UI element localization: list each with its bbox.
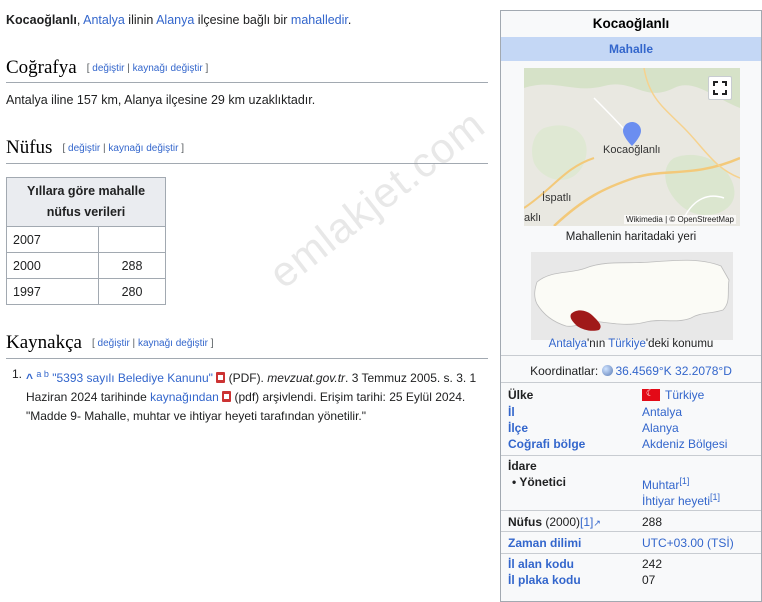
yonetici-label: • Yönetici	[512, 475, 566, 489]
wikimedia-link[interactable]: Wikimedia	[626, 215, 663, 224]
map-attribution: Wikimedia | © OpenStreetMap	[623, 215, 736, 224]
heading-cografya: Coğrafya[ değiştir | kaynağı değiştir ]	[6, 57, 209, 78]
turkiye-link[interactable]: Türkiye	[665, 388, 704, 402]
reference-title-link[interactable]: "5393 sayılı Belediye Kanunu"	[52, 371, 213, 385]
nufus-value: 288	[642, 515, 663, 529]
backlink-b[interactable]: b	[44, 369, 49, 379]
il-plaka-kodu-value: 07	[642, 573, 656, 587]
article-subject: Kocaoğlanlı	[6, 13, 77, 27]
yonetici-value-1: Muhtar[1]	[642, 476, 689, 492]
edit-link[interactable]: değiştir	[92, 63, 124, 74]
reference-item: 1. ^ a b "5393 sayılı Belediye Kanunu" (…	[12, 367, 477, 423]
cografya-text: Antalya iline 157 km, Alanya ilçesine 29…	[6, 93, 316, 107]
watermark: emlakjet.com	[260, 100, 494, 298]
heading-nufus: Nüfus[ değiştir | kaynağı değiştir ]	[6, 137, 185, 158]
population-table-header: Yıllara göre mahalle nüfus verileri	[6, 177, 166, 227]
idare-heading: İdare	[508, 459, 537, 473]
pdf-icon	[216, 372, 226, 383]
zaman-dilimi-label[interactable]: Zaman dilimi	[508, 536, 581, 550]
ihtiyar-heyeti-link[interactable]: İhtiyar heyeti	[642, 494, 710, 508]
muhtar-link[interactable]: Muhtar	[642, 478, 679, 492]
turkiye-link[interactable]: Türkiye	[608, 338, 646, 350]
il-plaka-kodu-label[interactable]: İl plaka kodu	[508, 573, 581, 587]
bolge-value[interactable]: Akdeniz Bölgesi	[642, 437, 727, 451]
edit-source-link[interactable]: kaynağı değiştir	[108, 143, 178, 154]
ulke-value: Türkiye	[642, 388, 704, 402]
il-label[interactable]: İl	[508, 405, 515, 419]
bolge-label[interactable]: Coğrafi bölge	[508, 437, 585, 451]
map-pin-icon	[623, 122, 641, 146]
mahalle-link[interactable]: mahalledir	[291, 13, 348, 27]
population-table: Yıllara göre mahalle nüfus verileri 2007…	[5, 177, 166, 305]
il-alan-kodu-label[interactable]: İl alan kodu	[508, 557, 574, 571]
il-value[interactable]: Antalya	[642, 405, 682, 419]
map-label-kocaoglanli: Kocaoğlanlı	[603, 144, 661, 156]
coordinates: Koordinatlar: 36.4569°K 32.2078°D	[530, 364, 732, 378]
edit-link[interactable]: değiştir	[98, 338, 130, 349]
globe-icon	[601, 365, 613, 376]
ulke-label: Ülke	[508, 388, 534, 402]
location-map[interactable]: Kocaoğlanlı İspatlı aklı Wikimedia | © O…	[524, 68, 740, 226]
edit-source-link[interactable]: kaynağı değiştir	[133, 63, 203, 74]
ilce-value[interactable]: Alanya	[642, 421, 679, 435]
edit-source-link[interactable]: kaynağı değiştir	[138, 338, 208, 349]
map-label-ispatli: İspatlı	[542, 192, 572, 204]
section-edit-links: [ değiştir | kaynağı değiştir ]	[91, 338, 214, 349]
divider	[501, 553, 761, 554]
divider	[6, 82, 488, 83]
archive-link[interactable]: kaynağından	[150, 390, 219, 404]
il-alan-kodu-value: 242	[642, 557, 663, 571]
zaman-dilimi-value[interactable]: UTC+03.00 (TSİ)	[642, 536, 734, 550]
fullscreen-icon[interactable]	[708, 76, 732, 100]
divider	[501, 455, 761, 456]
turkey-map-caption: Antalya'nın Türkiye'deki konumu	[548, 338, 714, 350]
backlink-a[interactable]: a	[36, 369, 41, 379]
infobox-title: Kocaoğlanlı	[592, 16, 670, 31]
intro-paragraph: Kocaoğlanlı, Antalya ilinin Alanya ilçes…	[6, 13, 352, 27]
heading-kaynakca: Kaynakça[ değiştir | kaynağı değiştir ]	[6, 332, 214, 353]
infobox-subtitle[interactable]: Mahalle	[501, 37, 761, 61]
divider	[501, 382, 761, 383]
external-link-icon: ↗	[593, 518, 601, 528]
section-edit-links: [ değiştir | kaynağı değiştir ]	[62, 143, 185, 154]
map-label-partial: aklı	[524, 212, 542, 224]
turkey-flag-icon	[642, 388, 660, 401]
divider	[6, 358, 488, 359]
backlink-caret[interactable]: ^	[26, 371, 33, 385]
divider	[501, 531, 761, 532]
section-edit-links: [ değiştir | kaynağı değiştir ]	[86, 63, 209, 74]
reference-link[interactable]: [1]	[580, 515, 593, 529]
infobox: Kocaoğlanlı Mahalle Kocaoğlanlı İspatlı …	[500, 10, 762, 602]
divider	[501, 510, 761, 511]
divider	[501, 355, 761, 356]
antalya-link[interactable]: Antalya	[83, 13, 125, 27]
yonetici-value-2: İhtiyar heyeti[1]	[642, 492, 720, 508]
coordinates-link[interactable]: 36.4569°K 32.2078°D	[616, 364, 732, 378]
divider	[6, 163, 488, 164]
nufus-label: Nüfus (2000)[1]↗	[508, 515, 601, 529]
alanya-link[interactable]: Alanya	[156, 13, 194, 27]
map-caption: Mahallenin haritadaki yeri	[565, 231, 697, 243]
table-row: 2000 288	[5, 252, 166, 279]
turkey-locator-map[interactable]	[531, 252, 733, 340]
ilce-label[interactable]: İlçe	[508, 421, 528, 435]
table-row: 1997 280	[5, 278, 166, 305]
antalya-link[interactable]: Antalya	[549, 338, 587, 350]
reference-link[interactable]: [1]	[710, 492, 720, 502]
edit-link[interactable]: değiştir	[68, 143, 100, 154]
table-row: 2007	[5, 226, 166, 253]
reference-quote: "Madde 9- Mahalle, muhtar ve ihtiyar hey…	[26, 409, 367, 423]
pdf-icon	[222, 391, 232, 402]
reference-link[interactable]: [1]	[679, 476, 689, 486]
osm-link[interactable]: OpenStreetMap	[678, 215, 734, 224]
